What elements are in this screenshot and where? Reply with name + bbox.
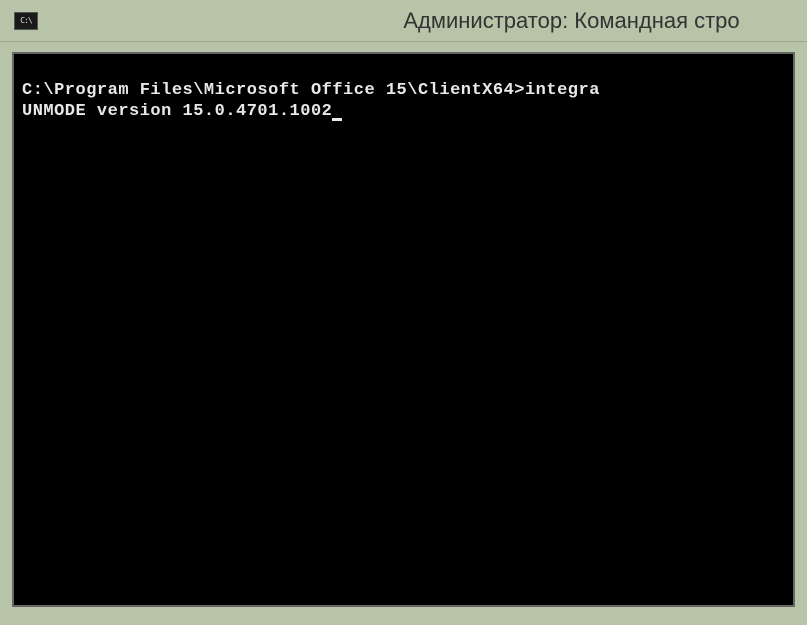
window-title: Администратор: Командная стро (44, 8, 799, 34)
prompt-path: C:\Program Files\Microsoft Office 15\Cli… (22, 81, 525, 100)
text-cursor (332, 118, 342, 121)
cmd-icon: C:\ (14, 12, 38, 30)
command-input: integra (525, 81, 600, 100)
console-output[interactable]: C:\Program Files\Microsoft Office 15\Cli… (12, 52, 795, 607)
console-text-block: C:\Program Files\Microsoft Office 15\Cli… (22, 80, 785, 123)
cmd-icon-label: C:\ (20, 16, 31, 25)
output-line: UNMODE version 15.0.4701.1002 (22, 102, 332, 121)
window-titlebar[interactable]: C:\ Администратор: Командная стро (0, 0, 807, 42)
